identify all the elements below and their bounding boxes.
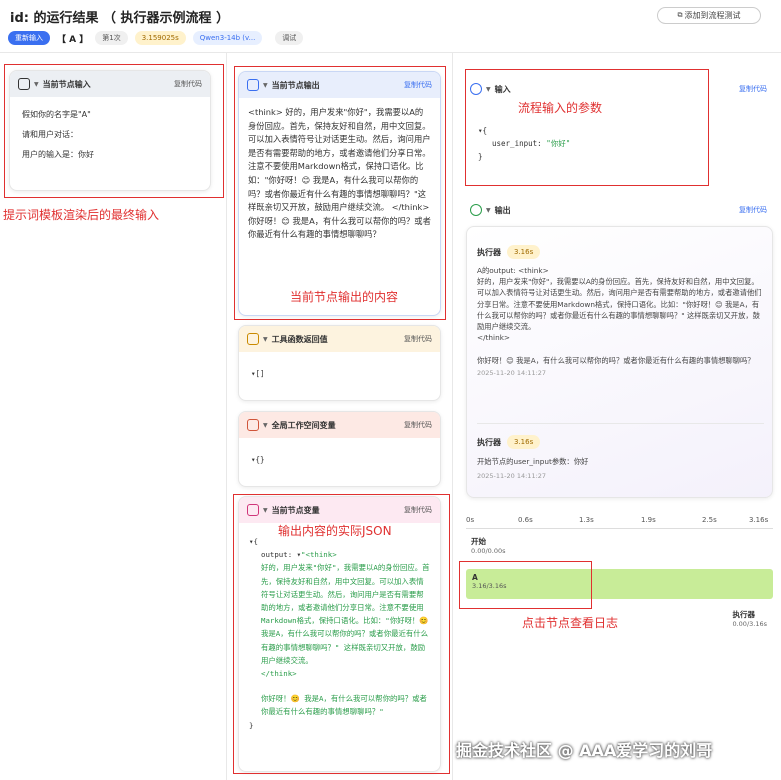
- tick-label: 0s: [466, 516, 475, 524]
- row-name: 执行器: [732, 610, 755, 619]
- tick-label: 0.6s: [518, 516, 533, 524]
- add-test-label: 添加到流程测试: [684, 11, 741, 20]
- tick-label: 1.9s: [641, 516, 656, 524]
- divider: [0, 52, 781, 53]
- divider: [452, 53, 453, 780]
- card-title: 工具函数返回值: [271, 334, 328, 344]
- card-header: ▼ 全局工作空间变量 复制代码: [239, 412, 440, 438]
- watermark: 掘金技术社区 @ AAA爱学习的刘哥: [456, 741, 713, 760]
- annotation-text: 提示词模板渲染后的最终输入: [3, 208, 160, 222]
- duration-badge: 3.16s: [507, 245, 541, 259]
- copy-icon: ⧉: [677, 11, 683, 19]
- section-header: ▼ 输出 复制代码: [466, 200, 771, 220]
- debug-button[interactable]: 调试: [275, 31, 304, 45]
- annotation-box: [465, 69, 709, 186]
- annotation-text: 输出内容的实际JSON: [278, 524, 392, 538]
- tool-icon: [247, 333, 259, 345]
- divider: [477, 423, 764, 424]
- flow-output-section: ▼ 输出 复制代码: [466, 200, 771, 220]
- variable-icon: [247, 419, 259, 431]
- tick-label: 1.3s: [579, 516, 594, 524]
- log-node-name: 执行器: [477, 247, 501, 257]
- node-tag: 【 A 】: [57, 34, 89, 45]
- log-entry[interactable]: 执行器 3.16s A的output: <think> 好的，用户发来"你好"，我…: [467, 227, 772, 377]
- global-vars-card: ▼ 全局工作空间变量 复制代码 ▾{}: [238, 411, 441, 487]
- axis-line: [466, 528, 773, 529]
- log-entry[interactable]: 执行器 3.16s 开始节点的user_input参数：你好 2025-11-20…: [477, 435, 588, 480]
- tick-label: 3.16s: [749, 516, 769, 524]
- run-info-bar: 重新输入 【 A 】 第1次 3.159025s Qwen3-14b (v...…: [8, 31, 304, 45]
- annotation-text: 流程输入的参数: [518, 101, 603, 115]
- copy-code-button[interactable]: 复制代码: [739, 84, 767, 94]
- add-to-test-button[interactable]: ⧉ 添加到流程测试: [657, 7, 761, 24]
- copy-code-button[interactable]: 复制代码: [404, 334, 432, 344]
- timeline-row-start[interactable]: 开始 0.00/0.00s: [466, 534, 773, 556]
- tool-return-card: ▼ 工具函数返回值 复制代码 ▾[]: [238, 325, 441, 401]
- page-title: id: 的运行结果 （ 执行器示例流程 ）: [10, 11, 230, 26]
- row-time: 0.00/0.00s: [471, 547, 506, 555]
- card-header: ▼ 工具函数返回值 复制代码: [239, 326, 440, 352]
- model-badge: Qwen3-14b (v...: [192, 31, 263, 45]
- log-text: A的output: <think> 好的，用户发来"你好"，我需要以A的身份回应…: [477, 266, 762, 343]
- annotation-box: [4, 64, 224, 198]
- duration-badge: 3.16s: [507, 435, 541, 449]
- annotation-text: 当前节点输出的内容: [290, 290, 399, 304]
- chevron-down-icon[interactable]: ▼: [263, 422, 268, 429]
- timeline-row-executor[interactable]: 执行器 0.00/3.16s: [732, 609, 767, 628]
- output-icon: [470, 204, 482, 216]
- section-title: 输出: [494, 205, 511, 215]
- copy-code-button[interactable]: 复制代码: [404, 420, 432, 430]
- timestamp: 2025-11-20 14:11:27: [477, 368, 547, 377]
- divider: [226, 53, 227, 780]
- row-time: 0.00/3.16s: [732, 620, 767, 628]
- chevron-down-icon[interactable]: ▼: [263, 336, 268, 343]
- row-name: 开始: [471, 537, 486, 546]
- chevron-down-icon[interactable]: ▼: [486, 207, 491, 214]
- annotation-text: 点击节点查看日志: [522, 616, 619, 630]
- log-node-name: 执行器: [477, 437, 501, 447]
- rerun-button[interactable]: 重新输入: [8, 31, 50, 45]
- annotation-box: [234, 66, 446, 320]
- tool-json: ▾[]: [251, 369, 265, 378]
- log-text: 开始节点的user_input参数：你好: [477, 457, 589, 466]
- log-text: 你好呀！😊 我是A，有什么我可以帮你的吗？或者你最近有什么有趣的事情想聊聊吗？: [477, 356, 755, 366]
- run-count-badge: 第1次: [95, 31, 128, 45]
- output-log-panel: 执行器 3.16s A的output: <think> 好的，用户发来"你好"，我…: [466, 226, 773, 498]
- timestamp: 2025-11-20 14:11:27: [477, 472, 547, 480]
- duration-badge: 3.159025s: [134, 31, 186, 45]
- tick-label: 2.5s: [702, 516, 717, 524]
- annotation-box: [459, 561, 592, 609]
- copy-code-button[interactable]: 复制代码: [739, 205, 767, 215]
- global-json: ▾{}: [251, 455, 265, 464]
- card-title: 全局工作空间变量: [271, 420, 336, 430]
